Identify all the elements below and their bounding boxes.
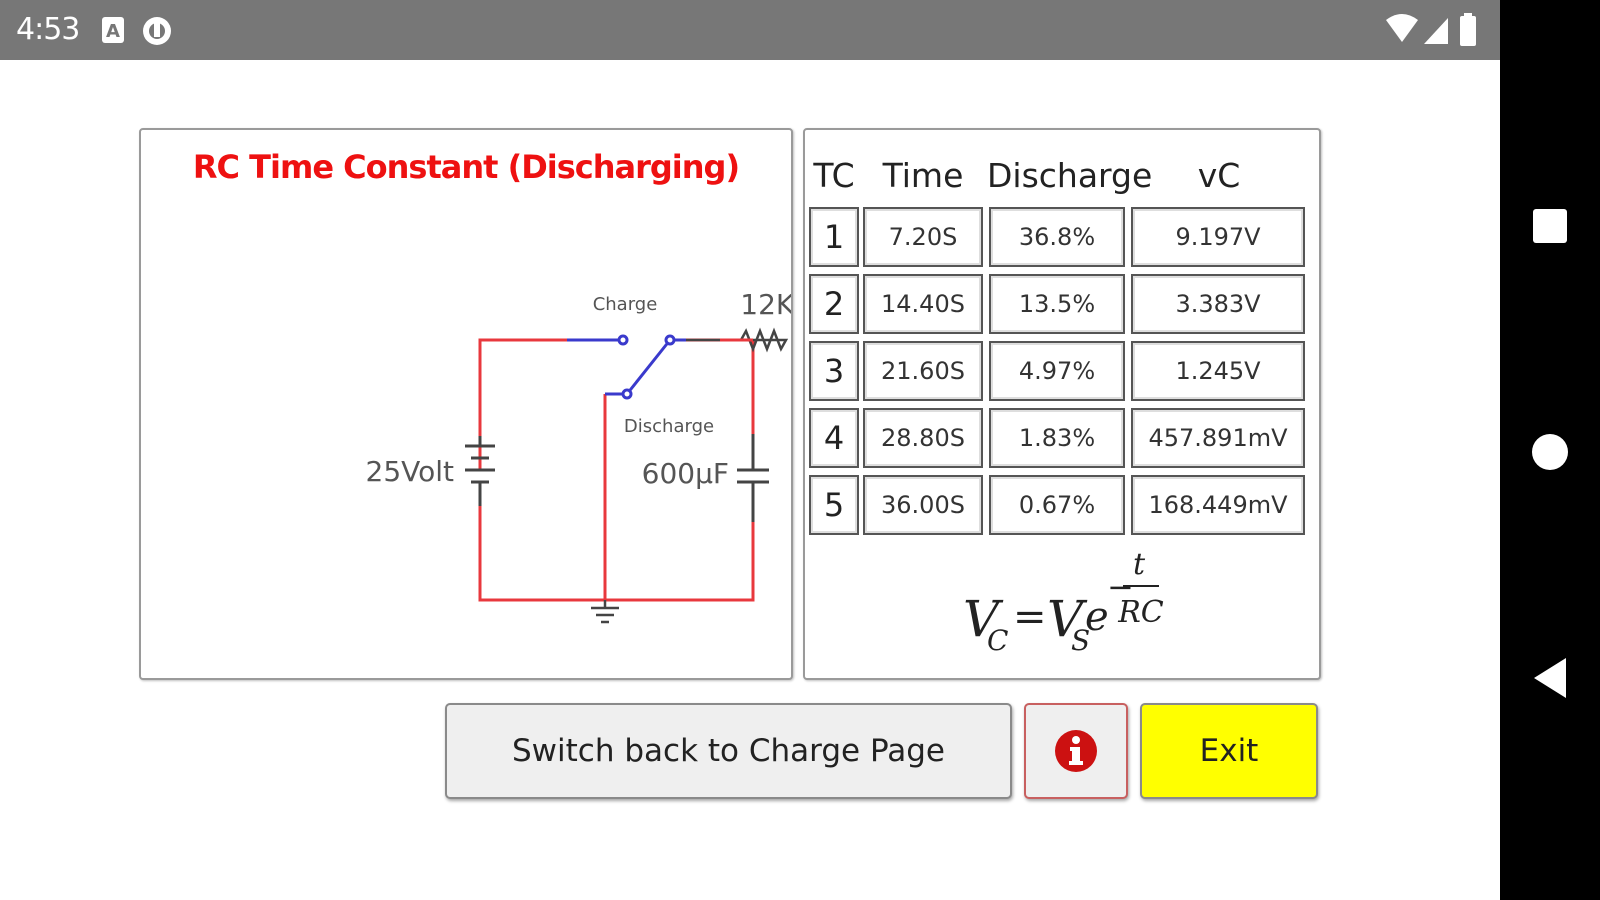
switch: [567, 334, 686, 400]
circle-icon: [1532, 434, 1568, 470]
circuit-panel: RC Time Constant (Discharging) Charge Di…: [139, 128, 793, 680]
cell-tc: 1: [809, 207, 859, 267]
info-button[interactable]: [1024, 703, 1128, 799]
square-icon: [1533, 209, 1567, 243]
cell-discharge: 1.83%: [989, 408, 1125, 468]
back-triangle-icon: [1534, 658, 1566, 698]
cell-vc: 9.197V: [1131, 207, 1305, 267]
time-constant-table: TC Time Discharge vC 1 7.20S 36.8% 9.197V 2 1…: [803, 128, 1321, 680]
svg-text:A: A: [106, 21, 120, 42]
home-button[interactable]: [1530, 432, 1570, 472]
header-tc: TC: [813, 156, 855, 195]
formula-numerator: t: [1133, 547, 1146, 582]
battery-icon: [1460, 13, 1476, 46]
switch-label-charge: Charge: [593, 294, 658, 315]
cell-tc: 2: [809, 274, 859, 334]
formula-denominator: RC: [1117, 595, 1164, 630]
formula-lhs-sub: C: [987, 624, 1008, 657]
cell-discharge: 0.67%: [989, 475, 1125, 535]
wifi-icon: [1386, 14, 1418, 42]
cell-discharge: 4.97%: [989, 341, 1125, 401]
header-vc: vC: [1197, 156, 1241, 195]
circuit-diagram: Charge Discharge 12KΩ 25Volt 600µF: [366, 288, 791, 624]
battery: [465, 436, 495, 506]
switch-to-charge-button[interactable]: Switch back to Charge Page: [445, 703, 1012, 799]
navigation-bar: [1500, 0, 1600, 900]
cell-vc: 1.245V: [1131, 341, 1305, 401]
header-discharge: Discharge: [987, 156, 1153, 195]
header-time: Time: [882, 156, 964, 195]
status-time: 4:53: [16, 12, 80, 47]
a-icon: A: [100, 15, 126, 49]
back-button[interactable]: [1530, 656, 1570, 698]
cell-time: 14.40S: [863, 274, 983, 334]
signal-icon: [1424, 18, 1448, 44]
formula-equals: =: [1013, 594, 1047, 640]
cell-vc: 3.383V: [1131, 274, 1305, 334]
cell-vc: 168.449mV: [1131, 475, 1305, 535]
switch-label-discharge: Discharge: [624, 416, 714, 437]
cell-tc: 3: [809, 341, 859, 401]
status-right-icons: [1384, 12, 1484, 52]
cell-tc: 5: [809, 475, 859, 535]
cell-time: 36.00S: [863, 475, 983, 535]
cell-discharge: 13.5%: [989, 274, 1125, 334]
ground-symbol: [591, 600, 619, 624]
capacitor: [737, 434, 769, 522]
discharge-formula: V C = V S e − t RC: [955, 538, 1175, 668]
cell-time: 21.60S: [863, 341, 983, 401]
formula-base: e: [1085, 594, 1109, 640]
cell-time: 28.80S: [863, 408, 983, 468]
sync-icon: [140, 15, 174, 51]
switch-button-label: Switch back to Charge Page: [512, 733, 945, 769]
recents-button[interactable]: [1530, 206, 1570, 246]
exit-button[interactable]: Exit: [1140, 703, 1318, 799]
exit-button-label: Exit: [1199, 733, 1259, 769]
info-icon: [1055, 730, 1097, 772]
cell-discharge: 36.8%: [989, 207, 1125, 267]
cell-tc: 4: [809, 408, 859, 468]
cell-vc: 457.891mV: [1131, 408, 1305, 468]
cell-time: 7.20S: [863, 207, 983, 267]
battery-label: 25Volt: [366, 455, 455, 488]
resistor-label: 12KΩ: [740, 288, 791, 321]
capacitor-label: 600µF: [642, 457, 729, 490]
status-bar: 4:53 A: [0, 0, 1500, 60]
